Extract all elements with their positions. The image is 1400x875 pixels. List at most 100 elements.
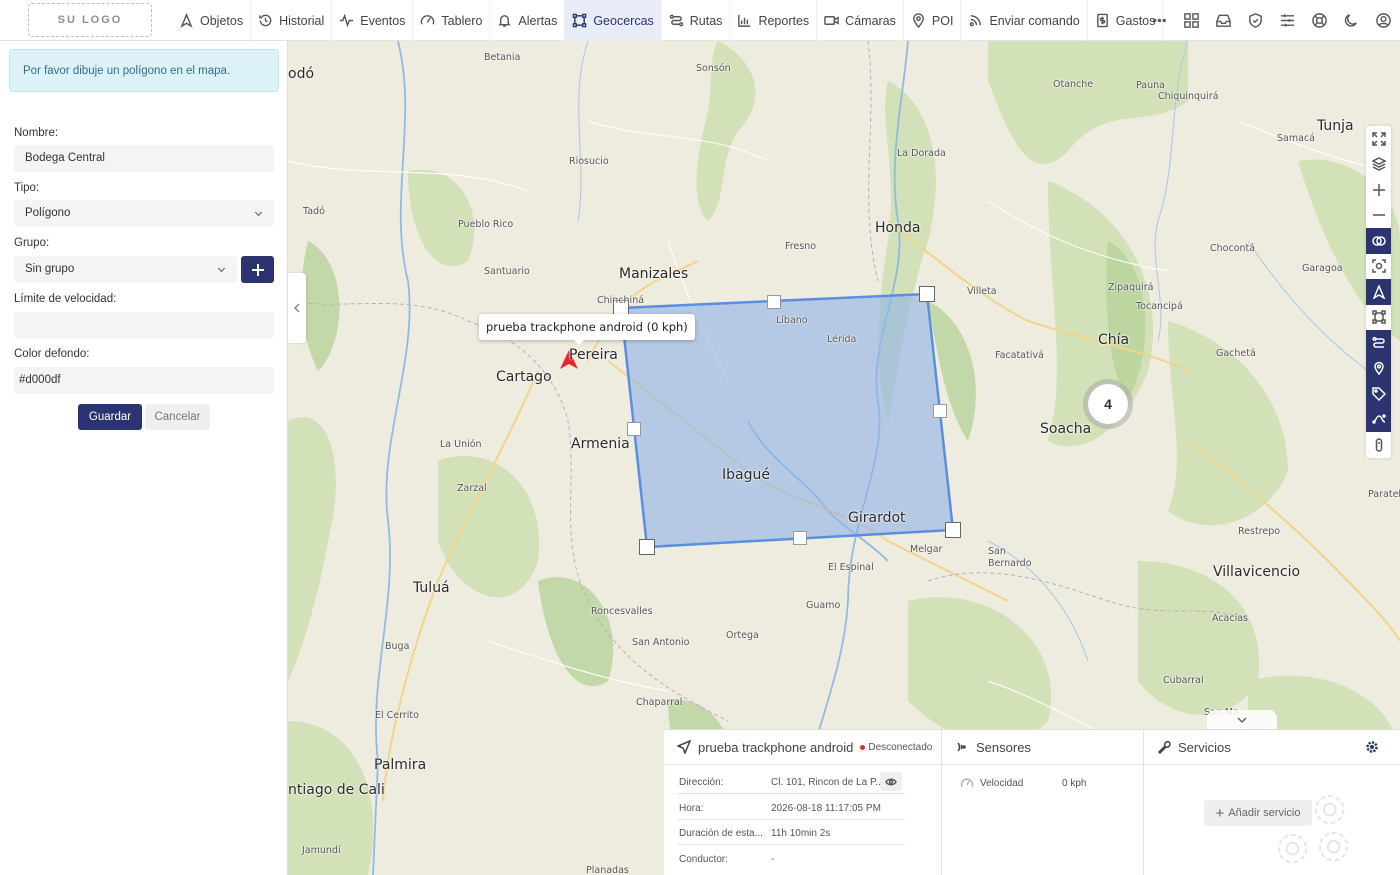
navigation-icon	[677, 740, 691, 754]
info-row: Duración de esta... 11h 10min 2s	[677, 820, 905, 845]
town-label: Buga	[385, 641, 410, 652]
routes-layer-toggle[interactable]	[1366, 330, 1391, 356]
moon-icon[interactable]	[1342, 12, 1360, 30]
user-icon[interactable]	[1374, 12, 1392, 30]
town-label: Chinchiná	[597, 295, 645, 306]
town-label: Samacá	[1277, 133, 1315, 144]
nav-camaras[interactable]: Cámaras	[817, 0, 904, 41]
name-input[interactable]: Bodega Central	[14, 145, 274, 172]
city-label: Manizales	[619, 266, 689, 282]
video-icon	[824, 16, 839, 25]
zoom-in-icon	[1372, 183, 1385, 196]
geofence-icon	[573, 13, 587, 28]
polygon-midpoint-handle[interactable]	[793, 531, 807, 545]
geofences-layer-toggle[interactable]	[1366, 228, 1391, 254]
nav-geocercas[interactable]: Geocercas	[565, 0, 662, 41]
nav-alertas[interactable]: Alertas	[490, 0, 566, 41]
settings-gear-icon[interactable]	[1365, 740, 1379, 754]
layers-button[interactable]	[1366, 151, 1391, 177]
nav-poi[interactable]: POI	[904, 0, 962, 41]
shield-icon[interactable]	[1246, 12, 1264, 30]
city-label: Honda	[875, 220, 921, 236]
history-layer-toggle[interactable]	[1366, 406, 1391, 432]
nav-rutas[interactable]: Rutas	[662, 0, 731, 41]
polygon-vertex-handle[interactable]	[945, 522, 961, 538]
polygon-midpoint-handle[interactable]	[933, 404, 947, 418]
nav-reportes[interactable]: Reportes	[730, 0, 818, 41]
add-group-button[interactable]	[241, 256, 274, 283]
nav-right-icons	[1150, 0, 1392, 41]
group-select[interactable]: Sin grupo	[14, 256, 237, 283]
plus-icon	[251, 263, 264, 276]
grid-icon[interactable]	[1182, 12, 1200, 30]
type-select[interactable]: Polígono	[14, 200, 274, 227]
cancel-button[interactable]: Cancelar	[145, 404, 210, 430]
device-cluster[interactable]: 4	[1083, 379, 1133, 429]
town-label: Sonsón	[696, 63, 731, 74]
tags-toggle[interactable]	[1366, 381, 1391, 407]
poi-layer-toggle[interactable]	[1366, 355, 1391, 381]
sensor-row: Velocidad	[960, 776, 1023, 790]
town-label: San Bernardo	[988, 546, 1032, 569]
town-label: El Espinal	[828, 562, 874, 573]
nav-enviar-comando[interactable]: Enviar comando	[961, 0, 1088, 41]
town-label: Melgar	[910, 544, 943, 555]
town-label: Planadas	[586, 865, 629, 875]
town-label: Fresno	[785, 241, 817, 252]
focus-button[interactable]	[1366, 253, 1391, 279]
polygon-tool[interactable]	[1366, 304, 1391, 330]
routes-layer-icon	[1371, 336, 1385, 348]
bar-chart-icon	[738, 14, 751, 27]
sensor-icon	[957, 742, 966, 752]
save-button[interactable]: Guardar	[78, 404, 142, 430]
color-label: Color defondo:	[14, 348, 90, 360]
info-panel-toggle[interactable]	[1207, 710, 1277, 729]
nav-eventos[interactable]: Eventos	[332, 0, 414, 41]
town-label: Tadó	[303, 206, 325, 217]
fullscreen-button[interactable]	[1366, 126, 1391, 152]
town-label: Chaparral	[636, 697, 683, 708]
sliders-icon[interactable]	[1278, 12, 1296, 30]
city-label: Tuluá	[413, 580, 450, 596]
color-input[interactable]: #d000df	[14, 367, 274, 394]
city-label: odó	[288, 66, 315, 82]
vehicle-tooltip: prueba trackphone android (0 kph)	[479, 314, 695, 345]
support-icon[interactable]	[1310, 12, 1328, 30]
zoom-in-button[interactable]	[1366, 177, 1391, 203]
name-label: Nombre:	[14, 127, 59, 139]
town-label: Garagoa	[1302, 263, 1343, 274]
polygon-midpoint-handle[interactable]	[767, 295, 781, 309]
inbox-icon[interactable]	[1214, 12, 1232, 30]
device-button[interactable]	[1366, 432, 1391, 458]
more-icon[interactable]	[1150, 12, 1168, 30]
plus-icon: +	[1215, 804, 1225, 822]
town-label: Roncesvalles	[591, 606, 653, 617]
nav-historial[interactable]: Historial	[251, 0, 333, 41]
city-label: Pereira	[569, 347, 618, 363]
speed-limit-input[interactable]	[14, 312, 274, 339]
town-label: Santuario	[484, 266, 530, 277]
town-label: Zarzal	[457, 483, 487, 494]
city-label: Villavicencio	[1213, 564, 1301, 580]
town-label: Cubarral	[1163, 675, 1204, 686]
zoom-out-button[interactable]	[1366, 202, 1391, 228]
device-column: prueba trackphone android Desconectado D…	[664, 730, 942, 875]
town-label: Restrepo	[1238, 526, 1281, 537]
city-label: ntiago de Cali	[288, 782, 385, 798]
logo[interactable]: SU LOGO	[28, 3, 152, 37]
nav-tablero[interactable]: Tablero	[413, 0, 491, 41]
town-label: San Antonio	[632, 637, 690, 648]
polygon-vertex-handle[interactable]	[639, 539, 655, 555]
town-label: Gachetá	[1216, 348, 1256, 359]
city-label: Cartago	[496, 369, 552, 385]
history-icon	[259, 14, 272, 27]
collapse-panel-button[interactable]	[288, 273, 306, 343]
objects-layer-toggle[interactable]	[1366, 279, 1391, 305]
nav-objetos[interactable]: Objetos	[172, 0, 252, 41]
map-toolbar	[1366, 126, 1391, 458]
city-label: Tunja	[1317, 118, 1354, 134]
polygon-vertex-handle[interactable]	[919, 286, 935, 302]
show-address-button[interactable]	[880, 772, 902, 791]
town-label: Villeta	[967, 286, 997, 297]
polygon-midpoint-handle[interactable]	[627, 422, 641, 436]
